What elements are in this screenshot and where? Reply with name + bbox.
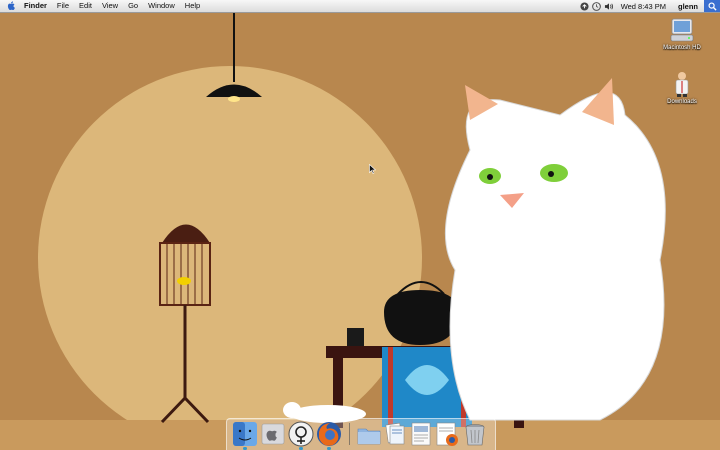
folder-icon [357,428,381,445]
web-document-icon [436,422,458,446]
dock-item-trash[interactable] [461,420,489,448]
dock-item-documents-folder[interactable] [381,420,409,448]
dock-item-web-document[interactable] [433,420,461,448]
hard-drive-icon [670,18,694,42]
fast-user-switch[interactable]: glenn [672,2,704,11]
dock-item-system-preferences[interactable] [259,420,287,448]
firefox-icon [317,422,341,446]
sync-status-icon[interactable] [579,0,591,12]
wallpaper-cat-tea-illustration [0,0,720,450]
menu-go[interactable]: Go [123,0,143,12]
document-icon [411,422,431,446]
menu-help[interactable]: Help [180,0,205,12]
dock [226,418,496,450]
mouse-cursor-icon [369,164,376,174]
desktop-icon-label: Downloads [667,99,697,105]
finder-icon [233,422,257,446]
menu-file[interactable]: File [52,0,74,12]
desktop-icon-label: Macintosh HD [663,45,701,51]
spotlight-button[interactable] [704,0,720,12]
spotlight-search-icon [707,1,717,11]
desktop[interactable]: Finder File Edit View Go Window Help Wed… [0,0,720,450]
desktop-icon-macintosh-hd[interactable]: Macintosh HD [654,16,710,51]
adium-icon [288,421,314,447]
time-machine-icon[interactable] [591,0,603,12]
downloads-folder-icon [675,72,689,97]
dock-item-applications-folder[interactable] [355,420,383,448]
dock-separator [349,423,350,445]
menu-finder[interactable]: Finder [22,0,52,12]
menu-view[interactable]: View [97,0,123,12]
dock-item-finder[interactable] [231,420,259,450]
menu-edit[interactable]: Edit [74,0,97,12]
dock-item-document-stack[interactable] [407,420,435,448]
dock-item-firefox[interactable] [315,420,343,450]
volume-icon[interactable] [603,0,615,12]
menu-window[interactable]: Window [143,0,180,12]
trash-icon [465,424,485,446]
apple-icon [7,1,15,11]
documents-folder-icon [385,422,405,445]
menu-bar: Finder File Edit View Go Window Help Wed… [0,0,720,13]
apple-menu[interactable] [0,1,22,11]
desktop-icon-downloads[interactable]: Downloads [654,70,710,105]
apple-preferences-icon [261,423,285,445]
dock-item-adium[interactable] [287,420,315,450]
menubar-clock[interactable]: Wed 8:43 PM [615,2,672,11]
